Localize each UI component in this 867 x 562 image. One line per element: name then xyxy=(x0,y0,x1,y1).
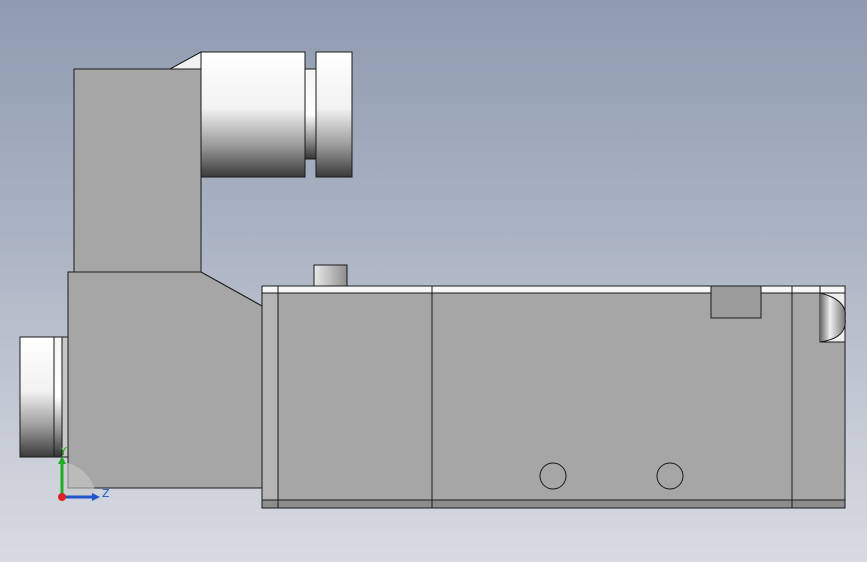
connector-housing xyxy=(73,51,202,273)
cad-model-view[interactable]: Y Z xyxy=(0,0,867,562)
manual-override-knob xyxy=(19,336,69,458)
z-axis-label: Z xyxy=(102,487,110,500)
coil-base xyxy=(67,271,263,489)
pilot-plug xyxy=(313,264,348,287)
port-hole xyxy=(656,462,684,490)
y-axis-label: Y xyxy=(59,445,67,458)
graphics-viewport[interactable]: Y Z xyxy=(0,0,867,562)
port-hole xyxy=(539,462,567,490)
cable-gland xyxy=(200,51,353,178)
top-port-block xyxy=(710,285,762,319)
end-cap-fitting xyxy=(819,292,846,343)
